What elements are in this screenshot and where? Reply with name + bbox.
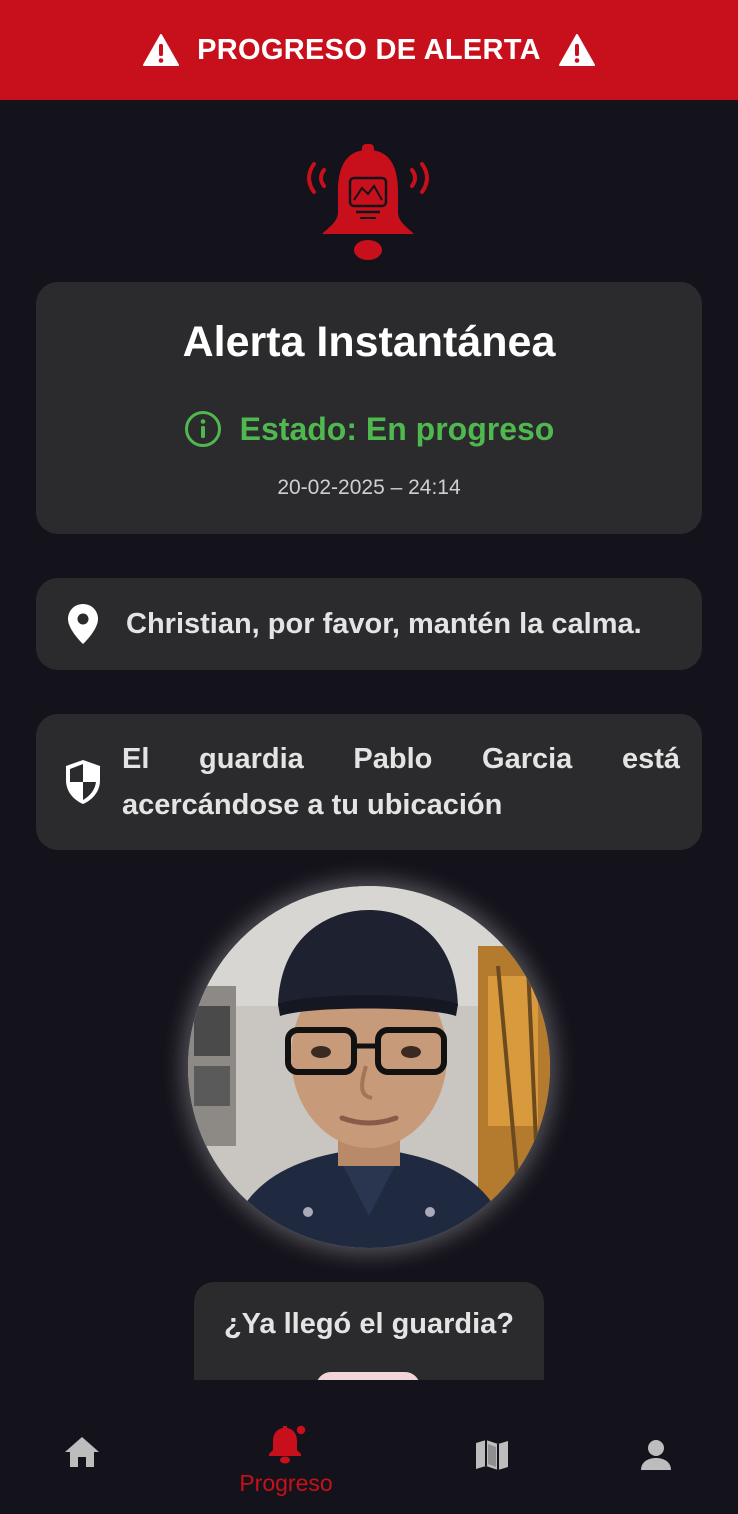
warning-icon xyxy=(558,34,595,66)
nav-progress[interactable]: Progreso xyxy=(216,1420,356,1500)
person-icon xyxy=(641,1440,671,1470)
info-icon xyxy=(184,411,221,447)
location-pin-icon xyxy=(68,604,98,644)
calm-message-row: Christian, por favor, mantén la calma. xyxy=(64,600,642,648)
nav-progress-label: Progreso xyxy=(239,1469,333,1496)
bell-icon xyxy=(269,1423,307,1463)
guard-arrived-toggle[interactable] xyxy=(316,1372,420,1380)
nav-map[interactable] xyxy=(466,1434,518,1476)
nav-profile[interactable] xyxy=(632,1434,680,1476)
home-icon xyxy=(65,1437,99,1467)
guard-arrived-question: ¿Ya llegó el guardia? xyxy=(223,1308,515,1340)
guard-message-text: El guardia Pablo Garcia está acercándose… xyxy=(122,743,680,821)
status-text: Estado: En progreso xyxy=(239,410,555,447)
guard-arrived-card: ¿Ya llegó el guardia? xyxy=(194,1282,544,1380)
page-title: PROGRESO DE ALERTA xyxy=(197,33,541,66)
nav-home[interactable] xyxy=(52,1430,112,1474)
bell-alarm-icon xyxy=(307,144,429,260)
map-icon xyxy=(476,1440,508,1470)
bottom-navigation: Progreso xyxy=(0,1380,738,1514)
guard-avatar xyxy=(188,886,550,1248)
warning-icon xyxy=(143,34,180,66)
alert-datetime: 20-02-2025 – 24:14 xyxy=(277,476,461,499)
calm-message-text: Christian, por favor, mantén la calma. xyxy=(126,607,642,640)
status-row: Estado: En progreso xyxy=(36,410,702,448)
shield-icon xyxy=(66,760,100,804)
header-bar: PROGRESO DE ALERTA xyxy=(0,0,738,100)
guard-photo xyxy=(188,886,550,1248)
alert-title: Alerta Instantánea xyxy=(182,318,556,366)
